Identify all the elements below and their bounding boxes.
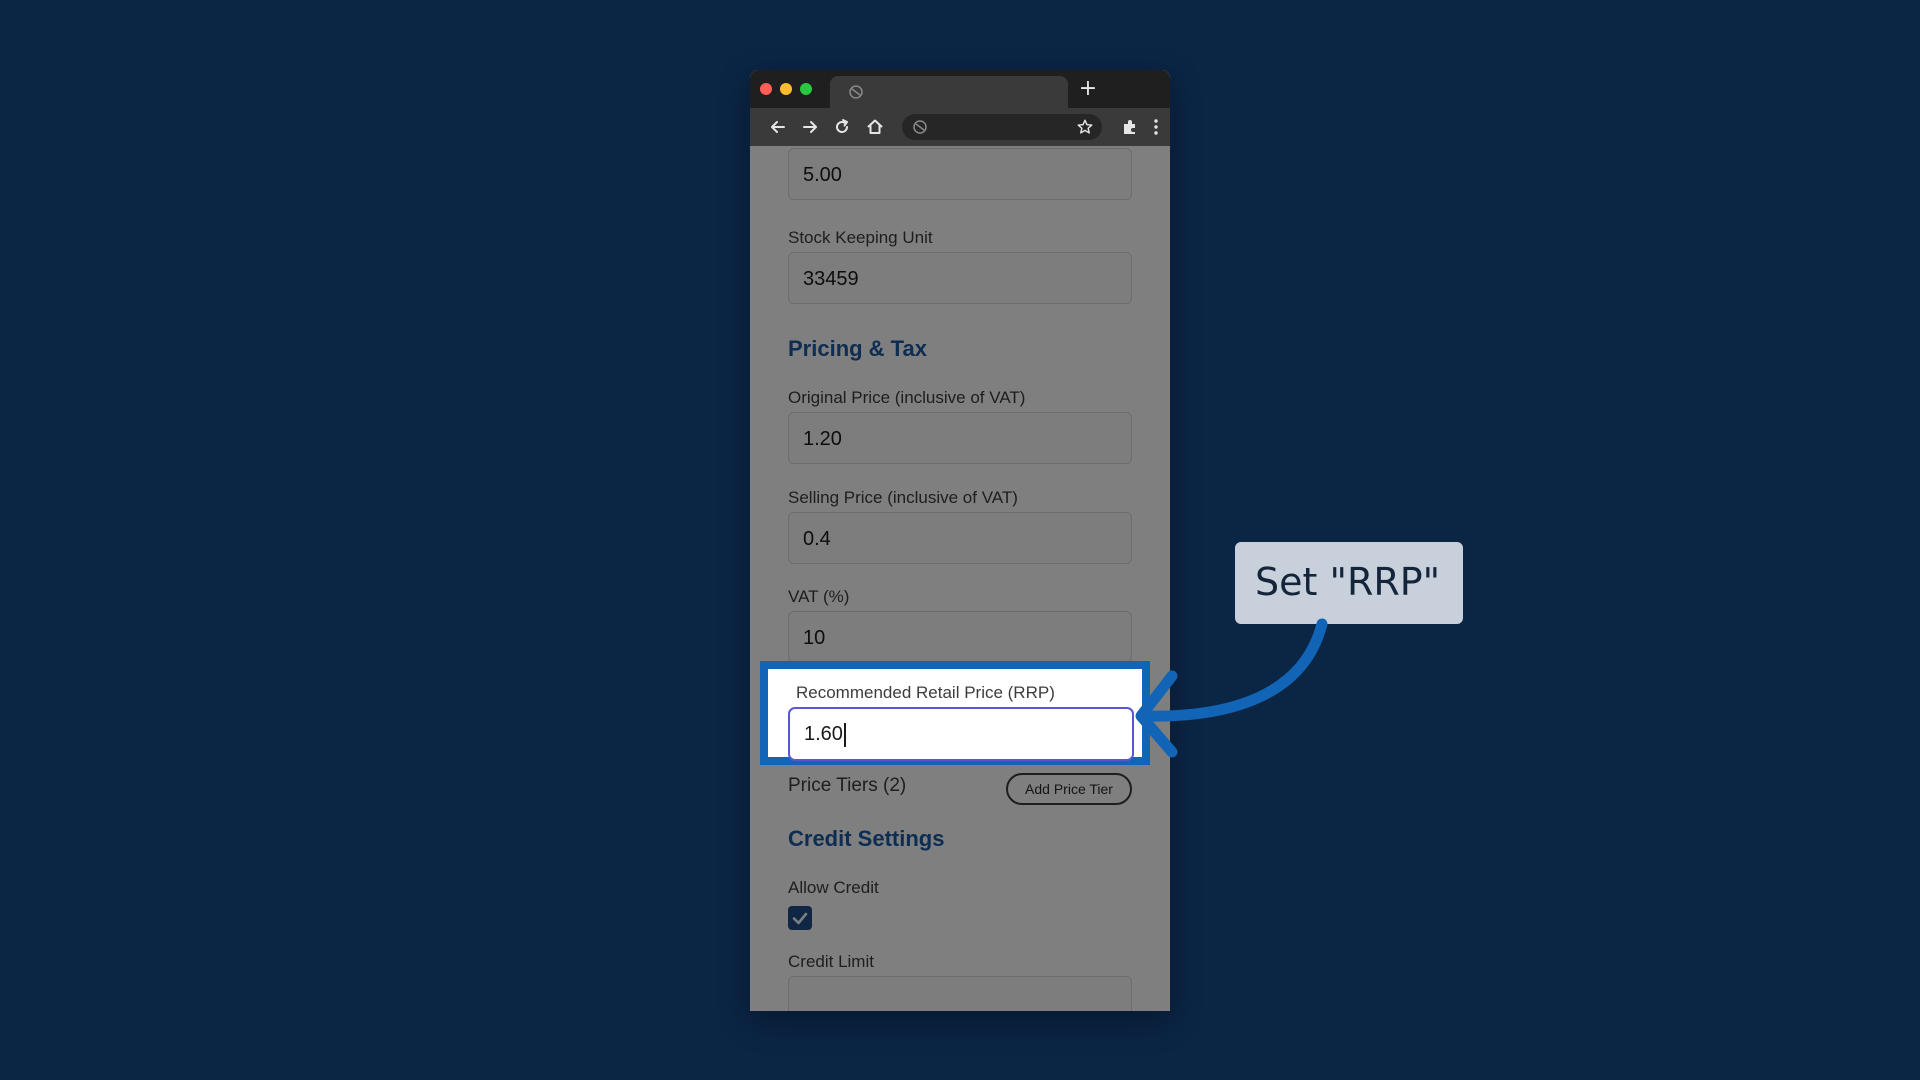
globe-icon	[913, 120, 927, 134]
sku-label: Stock Keeping Unit	[788, 228, 933, 247]
browser-toolbar	[750, 108, 1170, 146]
reload-icon[interactable]	[832, 117, 852, 137]
vat-input[interactable]: 10	[788, 611, 1132, 663]
globe-icon	[849, 85, 863, 99]
rrp-label: Recommended Retail Price (RRP)	[796, 683, 1055, 702]
rrp-input[interactable]: 1.60	[788, 707, 1134, 761]
new-tab-button[interactable]: +	[1076, 76, 1100, 102]
callout-text: Set "RRP"	[1255, 560, 1441, 604]
sku-input[interactable]: 33459	[788, 252, 1132, 304]
home-icon[interactable]	[865, 117, 885, 137]
allow-credit-label: Allow Credit	[788, 878, 879, 897]
top-field-input[interactable]: 5.00	[788, 148, 1132, 200]
credit-settings-heading: Credit Settings	[788, 826, 945, 851]
text-caret	[843, 722, 846, 747]
credit-limit-input[interactable]	[788, 976, 1132, 1011]
vat-label: VAT (%)	[788, 587, 850, 606]
rrp-highlight-box: Recommended Retail Price (RRP) 1.60	[760, 661, 1150, 765]
original-price-input[interactable]: 1.20	[788, 412, 1132, 464]
selling-price-input[interactable]: 0.4	[788, 512, 1132, 564]
page-content: 5.00 Stock Keeping Unit 33459 Pricing & …	[750, 146, 1170, 1011]
more-menu-icon[interactable]	[1146, 117, 1166, 137]
pricing-tax-heading: Pricing & Tax	[788, 336, 927, 361]
price-tiers-label: Price Tiers (2)	[788, 775, 907, 796]
credit-limit-label: Credit Limit	[788, 952, 874, 971]
add-price-tier-button[interactable]: Add Price Tier	[1006, 773, 1132, 805]
maximize-window-button[interactable]	[800, 83, 812, 95]
close-window-button[interactable]	[760, 83, 772, 95]
allow-credit-checkbox[interactable]	[788, 906, 812, 930]
rrp-value: 1.60	[804, 723, 843, 745]
selling-price-label: Selling Price (inclusive of VAT)	[788, 488, 1018, 507]
checkmark-icon	[792, 912, 808, 925]
address-bar[interactable]	[902, 114, 1102, 140]
tab-bar: +	[750, 70, 1170, 108]
original-price-label: Original Price (inclusive of VAT)	[788, 388, 1026, 407]
star-icon[interactable]	[1076, 118, 1094, 136]
browser-window: + 5.00 Stock Keeping Unit 33459 Pricing …	[750, 70, 1170, 1011]
back-arrow-icon[interactable]	[768, 117, 788, 137]
callout-box: Set "RRP"	[1235, 542, 1463, 624]
browser-tab[interactable]	[830, 76, 1068, 108]
extensions-icon[interactable]	[1120, 117, 1140, 137]
minimize-window-button[interactable]	[780, 83, 792, 95]
forward-arrow-icon[interactable]	[800, 117, 820, 137]
